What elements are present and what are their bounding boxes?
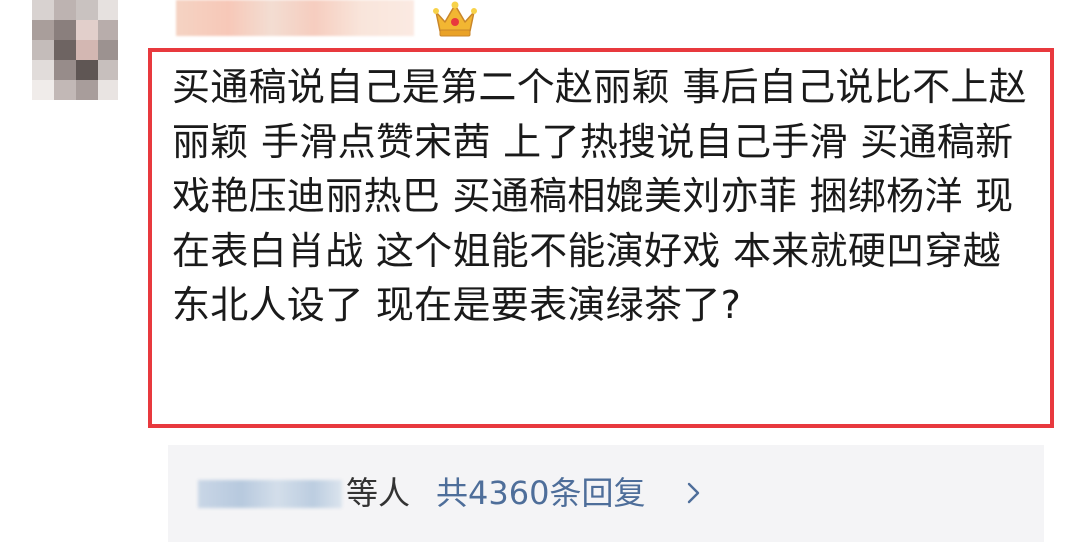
- avatar-pixel: [32, 0, 54, 20]
- avatar-pixel: [54, 0, 76, 20]
- reply-preview-bar[interactable]: 等人 共4360条回复: [168, 445, 1044, 542]
- avatar-pixel: [76, 20, 98, 40]
- avatar-pixel: [76, 80, 98, 100]
- avatar-pixel: [98, 60, 118, 80]
- avatar-pixel: [32, 80, 54, 100]
- avatar-pixel: [98, 40, 118, 60]
- reply-count-link[interactable]: 共4360条回复: [436, 473, 645, 513]
- highlighted-comment: 买通稿说自己是第二个赵丽颖 事后自己说比不上赵丽颖 手滑点赞宋茜 上了热搜说自己…: [148, 48, 1054, 428]
- avatar-pixel: [98, 80, 118, 100]
- avatar-pixel: [32, 60, 54, 80]
- avatar-pixel: [98, 20, 118, 40]
- crown-icon: [433, 1, 477, 37]
- avatar-pixel: [76, 60, 98, 80]
- avatar-pixel: [54, 80, 76, 100]
- reply-suffix-label: 等人: [346, 474, 411, 512]
- avatar-pixel: [76, 0, 98, 20]
- avatar-pixel: [32, 20, 54, 40]
- avatar-pixel: [54, 20, 76, 40]
- avatar-pixel: [32, 40, 54, 60]
- avatar[interactable]: [32, 0, 118, 100]
- comment-text: 买通稿说自己是第二个赵丽颖 事后自己说比不上赵丽颖 手滑点赞宋茜 上了热搜说自己…: [172, 65, 1027, 327]
- avatar-pixel: [54, 60, 76, 80]
- avatar-pixel: [98, 0, 118, 20]
- chevron-right-icon[interactable]: [686, 478, 702, 508]
- avatar-pixel: [76, 40, 98, 60]
- username-blurred[interactable]: [176, 0, 414, 36]
- avatar-pixel: [54, 40, 76, 60]
- reply-usernames-blurred: [198, 480, 342, 508]
